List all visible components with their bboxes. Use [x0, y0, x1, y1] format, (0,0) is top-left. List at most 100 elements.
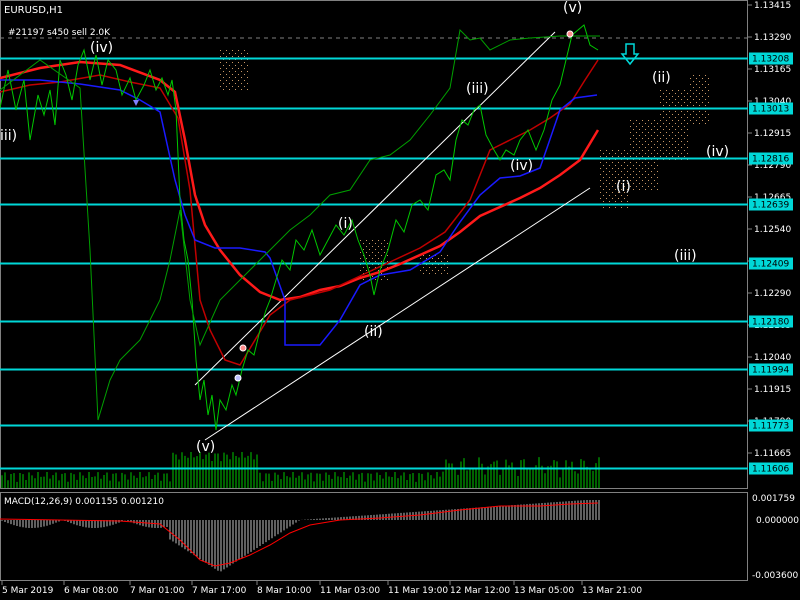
cloud-dot — [624, 162, 625, 163]
cloud-dot — [627, 165, 628, 166]
wave-label-iii[interactable]: (iii) — [466, 81, 489, 97]
cloud-dot — [429, 255, 430, 256]
cloud-dot — [681, 117, 682, 118]
cloud-dot — [663, 105, 664, 106]
cloud-dot — [609, 195, 610, 196]
cloud-dot — [678, 156, 679, 157]
cloud-dot — [675, 123, 676, 124]
cloud-dot — [636, 186, 637, 187]
projection-label-iv[interactable]: (iv) — [706, 144, 729, 160]
projection-label-ii[interactable]: (ii) — [652, 70, 671, 86]
cloud-dot — [247, 77, 248, 78]
cloud-dot — [672, 132, 673, 133]
cloud-dot — [618, 150, 619, 151]
trade-exit-marker[interactable] — [234, 374, 242, 382]
cloud-dot — [618, 174, 619, 175]
projection-label-iii[interactable]: (iii) — [674, 248, 697, 264]
cloud-dot — [639, 183, 640, 184]
cloud-dot — [693, 75, 694, 76]
chart-canvas[interactable]: (iv) iii) (v) (i) (ii) (iii) (iv) (v) (i… — [0, 0, 800, 600]
cloud-dot — [600, 156, 601, 157]
wave-label-mid-iv[interactable]: (iv) — [510, 158, 533, 174]
cloud-dot — [387, 255, 388, 256]
cloud-dot — [636, 126, 637, 127]
cloud-dot — [636, 180, 637, 181]
projection-label-i[interactable]: (i) — [616, 179, 631, 195]
level-tag-label: 1.11994 — [752, 366, 789, 376]
cloud-dot — [672, 138, 673, 139]
cloud-dot — [244, 68, 245, 69]
cloud-dot — [657, 153, 658, 154]
cloud-dot — [606, 186, 607, 187]
trade-entry-marker[interactable] — [239, 344, 247, 352]
cloud-dot — [381, 261, 382, 262]
cloud-dot — [226, 86, 227, 87]
time-axis-label: 7 Mar 01:00 — [130, 586, 185, 596]
cloud-dot — [693, 99, 694, 100]
cloud-dot — [693, 87, 694, 88]
cloud-dot — [612, 156, 613, 157]
wave-label-ii[interactable]: (ii) — [364, 324, 383, 340]
cloud-dot — [645, 171, 646, 172]
cloud-dot — [633, 189, 634, 190]
cloud-dot — [375, 255, 376, 256]
sell-order-marker[interactable] — [566, 30, 574, 38]
cloud-dot — [690, 84, 691, 85]
cloud-dot — [663, 123, 664, 124]
cloud-dot — [226, 74, 227, 75]
cloud-dot — [378, 258, 379, 259]
cloud-dot — [429, 261, 430, 262]
cloud-dot — [366, 246, 367, 247]
cloud-dot — [705, 105, 706, 106]
cloud-dot — [654, 180, 655, 181]
price-axis-label: 1.11665 — [754, 449, 791, 459]
wave-label-upper-iv[interactable]: (iv) — [90, 40, 113, 56]
cloud-dot — [699, 111, 700, 112]
cloud-dot — [630, 144, 631, 145]
cloud-dot — [651, 123, 652, 124]
wave-label-top-v[interactable]: (v) — [563, 0, 582, 16]
cloud-dot — [223, 71, 224, 72]
cloud-dot — [247, 83, 248, 84]
cloud-dot — [639, 135, 640, 136]
cloud-dot — [672, 114, 673, 115]
cloud-dot — [690, 78, 691, 79]
cloud-dot — [241, 71, 242, 72]
cloud-dot — [636, 120, 637, 121]
cloud-dot — [666, 126, 667, 127]
cloud-dot — [705, 87, 706, 88]
cloud-dot — [247, 65, 248, 66]
price-axis-label: 1.12290 — [754, 289, 791, 299]
time-axis-label: 6 Mar 08:00 — [64, 586, 119, 596]
cloud-dot — [672, 156, 673, 157]
cloud-dot — [648, 132, 649, 133]
cloud-dot — [675, 129, 676, 130]
cloud-dot — [651, 177, 652, 178]
macd-label: MACD(12,26,9) 0.001155 0.001210 — [4, 497, 164, 507]
cloud-dot — [705, 81, 706, 82]
cloud-dot — [220, 56, 221, 57]
cloud-dot — [423, 255, 424, 256]
cloud-dot — [675, 153, 676, 154]
cloud-dot — [699, 87, 700, 88]
cloud-dot — [660, 144, 661, 145]
cloud-dot — [657, 165, 658, 166]
cloud-dot — [600, 150, 601, 151]
cloud-dot — [663, 141, 664, 142]
cloud-dot — [651, 165, 652, 166]
cloud-dot — [678, 132, 679, 133]
cloud-dot — [627, 195, 628, 196]
cloud-dot — [609, 171, 610, 172]
cloud-dot — [232, 80, 233, 81]
cloud-dot — [609, 207, 610, 208]
wave-label-left-iii[interactable]: iii) — [0, 128, 17, 144]
cloud-dot — [687, 111, 688, 112]
cloud-dot — [645, 147, 646, 148]
wave-label-lower-v[interactable]: (v) — [196, 439, 215, 455]
cloud-dot — [633, 153, 634, 154]
cloud-dot — [247, 89, 248, 90]
price-axis-label: 1.13290 — [754, 33, 791, 43]
cloud-dot — [372, 240, 373, 241]
wave-label-i[interactable]: (i) — [338, 216, 353, 232]
cloud-dot — [642, 180, 643, 181]
